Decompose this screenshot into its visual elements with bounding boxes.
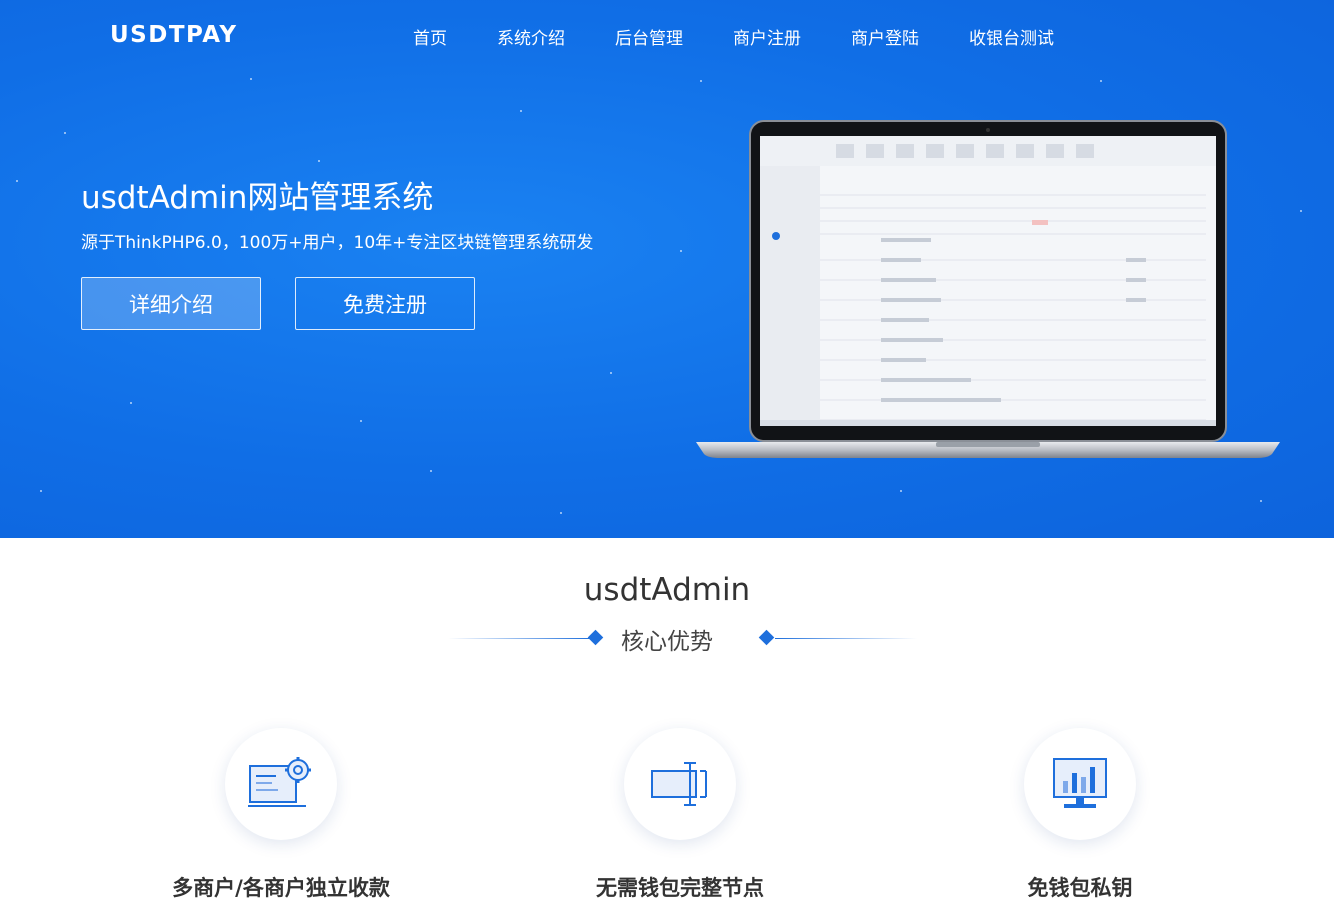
monitor-chart-icon: [1053, 758, 1107, 808]
nav-item-checkout-test[interactable]: 收银台测试: [969, 24, 1054, 49]
nav-item-merchant-login[interactable]: 商户登陆: [851, 24, 919, 49]
divider-line-right: [775, 638, 917, 639]
feature-icon-circle: [225, 728, 337, 840]
nav-item-merchant-register[interactable]: 商户注册: [733, 24, 801, 49]
section-title: usdtAdmin: [583, 572, 751, 608]
feature-label: 多商户/各商户独立收款: [172, 876, 390, 900]
brand-logo[interactable]: USDTPAY: [110, 22, 238, 48]
feature-label: 无需钱包完整节点: [596, 876, 764, 900]
laptop-illustration: [696, 120, 1280, 458]
feature-icon-circle: [624, 728, 736, 840]
hero-banner: USDTPAY 首页 系统介绍 后台管理 商户注册 商户登陆 收银台测试 usd…: [0, 0, 1334, 538]
nav-item-admin[interactable]: 后台管理: [615, 24, 683, 49]
nav-item-system-intro[interactable]: 系统介绍: [497, 24, 565, 49]
feature-card-no-private-key: 免钱包私钥: [900, 728, 1260, 908]
hero-subtitle: 源于ThinkPHP6.0，100万+用户，10年+专注区块链管理系统研发: [81, 233, 594, 253]
nav-item-home[interactable]: 首页: [413, 24, 447, 49]
text-cursor-box-icon: [651, 762, 707, 806]
feature-card-no-full-node: 无需钱包完整节点: [500, 728, 860, 908]
detail-button[interactable]: 详细介绍: [81, 277, 261, 330]
section-subtitle: 核心优势: [621, 629, 713, 655]
register-button[interactable]: 免费注册: [295, 277, 475, 330]
dashboard-gear-icon: [248, 757, 311, 807]
hero-title: usdtAdmin网站管理系统: [81, 180, 434, 216]
feature-label: 免钱包私钥: [1027, 876, 1133, 900]
feature-card-multi-merchant: 多商户/各商户独立收款: [101, 728, 461, 908]
section-subtitle-row: 核心优势: [0, 622, 1334, 656]
feature-icon-circle: [1024, 728, 1136, 840]
